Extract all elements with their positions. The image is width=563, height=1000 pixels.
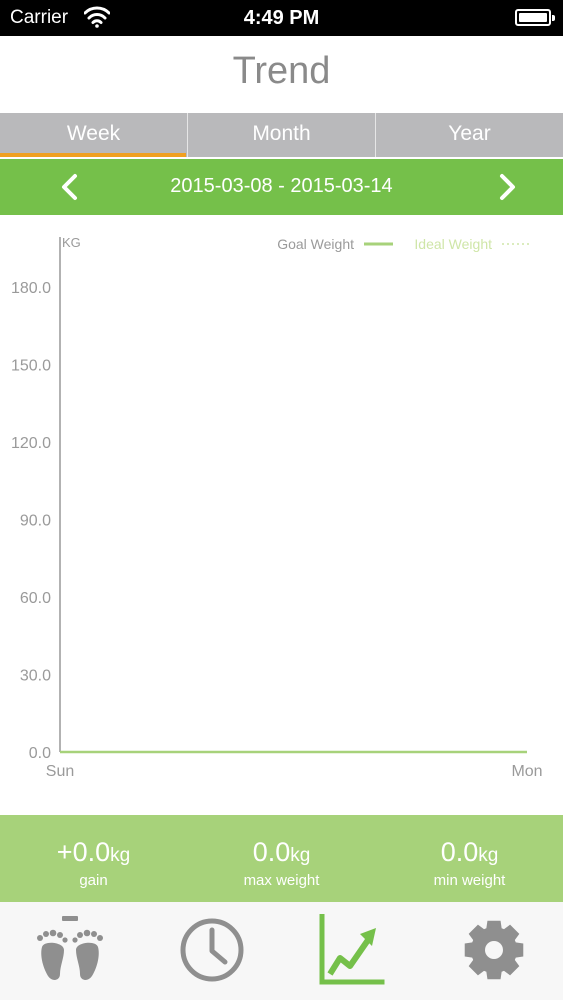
chart-svg: KG 0.0 30.0 60.0 90.0 120.0 150.0 180.0 Sun Mon Go… [11,235,543,780]
tab-week[interactable]: Week [0,113,187,157]
stat-gain-value: +0.0 [56,837,111,867]
tabbar-scale[interactable] [30,914,110,986]
y-tick-label: 120.0 [11,435,51,452]
y-tick-label: 30.0 [20,668,51,685]
header: Trend [0,36,563,113]
y-tick-label: 150.0 [11,358,51,375]
gear-icon [464,920,524,980]
stat-min-label: min weight [433,872,506,889]
stat-gain-label: gain [79,872,108,889]
stat-max-weight: 0.0kg max weight [188,815,375,902]
y-tick-label: 60.0 [20,590,51,607]
status-bar: Carrier 4:49 PM [0,0,563,36]
stat-max-label: max weight [243,872,320,889]
x-tick-label-start: Sun [46,763,74,780]
stat-gain-unit: kg [110,845,131,866]
period-tabs: Week Month Year [0,113,563,157]
y-axis-unit-label: KG [62,235,81,250]
trend-chart-icon [319,913,385,985]
date-range-bar: 2015-03-08 - 2015-03-14 [0,159,563,215]
stats-panel: +0.0kg gain 0.0kg max weight 0.0kg min w… [0,815,563,902]
y-tick-label: 0.0 [29,745,51,762]
tabbar-history[interactable] [172,914,252,986]
stat-min-unit: kg [478,845,499,866]
stat-min-value: 0.0 [440,837,479,867]
y-tick-label: 180.0 [11,280,51,297]
battery-icon [515,9,555,26]
y-tick-label: 90.0 [20,513,51,530]
stat-max-unit: kg [290,845,311,866]
next-week-button[interactable] [493,173,521,201]
selected-tab-indicator [0,153,186,157]
stat-max-value: 0.0 [252,837,291,867]
tabbar-settings[interactable] [454,914,534,986]
footprints-icon [37,916,103,980]
bottom-tab-bar [0,902,563,1000]
tab-year[interactable]: Year [376,113,563,157]
tab-month[interactable]: Month [188,113,375,157]
legend-ideal-weight-label: Ideal Weight [414,236,492,252]
chevron-right-icon [500,174,515,200]
clock-icon [180,918,244,982]
stat-min-weight: 0.0kg min weight [376,815,563,902]
x-tick-label-end: Mon [511,763,542,780]
tabbar-trend[interactable] [314,913,394,986]
date-range-label: 2015-03-08 - 2015-03-14 [170,175,393,197]
stat-gain: +0.0kg gain [0,815,187,902]
clock-time: 4:49 PM [243,7,320,29]
legend-goal-weight-label: Goal Weight [277,236,354,252]
page-title: Trend [232,50,331,92]
weight-trend-chart: KG 0.0 30.0 60.0 90.0 120.0 150.0 180.0 Sun Mon Go… [0,215,563,815]
